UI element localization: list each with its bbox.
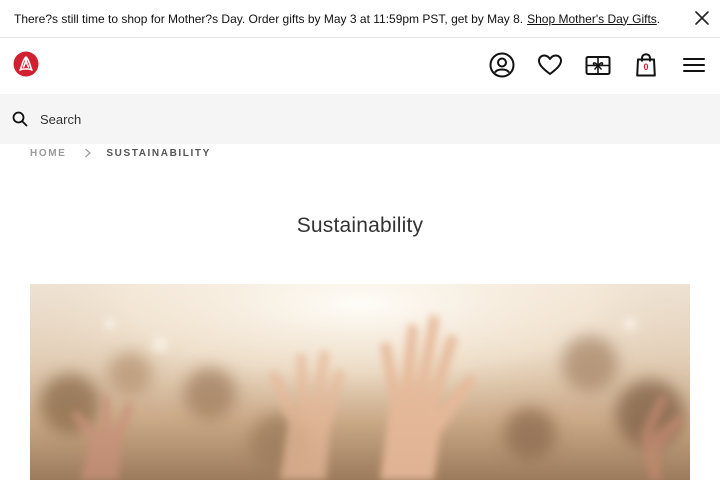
search-input[interactable]: [40, 107, 700, 131]
lululemon-logo-icon[interactable]: [13, 51, 39, 77]
search-bar: [0, 94, 720, 144]
promo-link-suffix: .: [656, 11, 661, 26]
bag-button[interactable]: 0: [632, 51, 660, 79]
menu-icon[interactable]: [680, 51, 708, 79]
account-icon[interactable]: [488, 51, 516, 79]
breadcrumb-home-link[interactable]: HOME: [30, 148, 66, 159]
breadcrumb: HOME SUSTAINABILITY: [30, 146, 211, 160]
heart-icon[interactable]: [536, 51, 564, 79]
gift-card-icon[interactable]: [584, 51, 612, 79]
close-icon[interactable]: [694, 10, 710, 26]
site-header: 0: [0, 38, 720, 94]
promo-link-mothers-day[interactable]: Shop Mother's Day Gifts: [527, 12, 657, 26]
search-icon[interactable]: [12, 111, 28, 127]
promo-message: There?s still time to shop for Mother?s …: [14, 11, 524, 26]
hero-image: [30, 284, 690, 480]
promo-bar: There?s still time to shop for Mother?s …: [0, 0, 720, 38]
page-title: Sustainability: [296, 214, 424, 237]
breadcrumb-current: SUSTAINABILITY: [106, 147, 211, 159]
chevron-right-icon: [85, 148, 92, 158]
bag-count-badge: 0: [643, 62, 649, 72]
